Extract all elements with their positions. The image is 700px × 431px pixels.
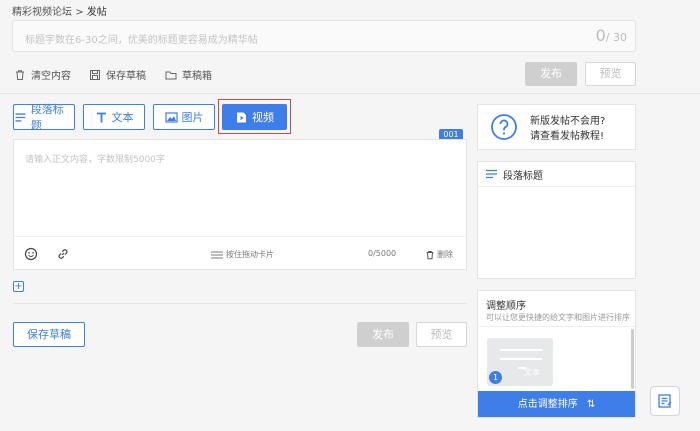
trash-icon bbox=[16, 69, 24, 80]
order-panel: 调整顺序 可以让您更快捷的给文字和图片进行排序 文本 1 点击调整排序 ⇅ bbox=[477, 290, 636, 418]
order-text-card[interactable]: 文本 1 bbox=[487, 338, 553, 386]
title-char-counter: 0/ 30 bbox=[596, 26, 627, 45]
help-card[interactable]: 新版发帖不会用? 请查看发帖教程! bbox=[477, 104, 636, 150]
editor-char-count: 0/5000 bbox=[368, 249, 397, 258]
title-count: 0 bbox=[595, 26, 606, 45]
emoji-icon[interactable] bbox=[24, 247, 38, 261]
content-editor-card: 请输入正文内容，字数限制5000字 按住拖动卡片 0/5000 删除 bbox=[13, 139, 467, 270]
sort-icon: ⇅ bbox=[586, 399, 596, 410]
preview-top-button[interactable]: 预览 bbox=[585, 62, 636, 86]
save-draft-top-label: 保存草稿 bbox=[106, 71, 146, 82]
tab-image[interactable]: 图片 bbox=[153, 104, 215, 130]
title-placeholder: 标题字数在6-30之间，优美的标题更容易成为精华帖 bbox=[25, 35, 258, 46]
tab-text[interactable]: 文本 bbox=[83, 104, 145, 130]
order-card-number: 1 bbox=[489, 371, 502, 384]
help-line-1: 新版发帖不会用? bbox=[530, 116, 606, 127]
save-draft-top-button[interactable]: 保存草稿 bbox=[89, 67, 146, 82]
publish-top-button[interactable]: 发布 bbox=[525, 62, 577, 86]
tab-paragraph-title[interactable]: 段落标题 bbox=[13, 103, 75, 132]
question-icon bbox=[491, 114, 517, 140]
content-editor-input[interactable]: 请输入正文内容，字数限制5000字 bbox=[25, 152, 165, 165]
paragraph-panel-title: 段落标题 bbox=[503, 170, 543, 182]
link-icon[interactable] bbox=[56, 247, 70, 261]
clear-content-button[interactable]: 清空内容 bbox=[14, 67, 71, 82]
paragraph-icon bbox=[15, 112, 26, 122]
floating-edit-button[interactable] bbox=[650, 386, 680, 416]
help-line-2: 请查看发帖教程! bbox=[530, 131, 605, 142]
adjust-order-label: 点击调整排序 bbox=[517, 399, 578, 410]
delete-card-label: 删除 bbox=[437, 250, 453, 259]
order-panel-scrollbar[interactable] bbox=[631, 329, 634, 389]
order-panel-title: 调整顺序 bbox=[486, 301, 526, 312]
content-divider bbox=[13, 303, 467, 304]
edit-note-icon bbox=[658, 394, 672, 408]
paragraph-panel-header: 段落标题 bbox=[478, 162, 635, 187]
order-panel-subtitle: 可以让您更快捷的给文字和图片进行排序 bbox=[486, 313, 630, 322]
publish-bottom-button[interactable]: 发布 bbox=[357, 322, 409, 347]
drag-handle[interactable]: 按住拖动卡片 bbox=[211, 249, 274, 260]
header-divider bbox=[0, 93, 700, 94]
preview-bottom-button[interactable]: 预览 bbox=[416, 322, 467, 347]
draft-box-label: 草稿箱 bbox=[182, 71, 212, 82]
drag-lines-icon bbox=[211, 251, 223, 258]
folder-icon bbox=[165, 71, 177, 79]
drag-hint-label: 按住拖动卡片 bbox=[226, 250, 274, 259]
title-input[interactable]: 标题字数在6-30之间，优美的标题更容易成为精华帖 0/ 30 bbox=[12, 20, 636, 52]
help-text: 新版发帖不会用? 请查看发帖教程! bbox=[530, 114, 605, 144]
order-card-label: 文本 bbox=[524, 368, 540, 377]
image-icon bbox=[164, 111, 178, 123]
title-max: / 30 bbox=[605, 31, 627, 44]
tab-image-label: 图片 bbox=[181, 111, 204, 124]
tab-video-highlight bbox=[218, 99, 291, 134]
breadcrumb-current: 发帖 bbox=[86, 7, 107, 18]
breadcrumb-parent[interactable]: 精彩视频论坛 bbox=[12, 7, 72, 18]
order-panel-divider bbox=[478, 326, 635, 327]
breadcrumb: 精彩视频论坛 > 发帖 bbox=[12, 3, 107, 18]
clear-content-label: 清空内容 bbox=[31, 71, 71, 82]
adjust-order-button[interactable]: 点击调整排序 ⇅ bbox=[478, 391, 635, 417]
text-icon bbox=[96, 112, 106, 122]
save-draft-bottom-button[interactable]: 保存草稿 bbox=[13, 322, 85, 347]
tab-text-label: 文本 bbox=[111, 111, 134, 124]
editor-footer: 按住拖动卡片 0/5000 删除 bbox=[14, 236, 466, 270]
paragraph-list-icon bbox=[486, 169, 497, 179]
save-icon bbox=[90, 69, 100, 80]
breadcrumb-separator: > bbox=[75, 7, 84, 18]
add-card-button[interactable]: + bbox=[13, 281, 24, 292]
paragraph-title-panel: 段落标题 bbox=[477, 161, 636, 279]
delete-icon bbox=[426, 250, 434, 259]
draft-box-button[interactable]: 草稿箱 bbox=[165, 67, 212, 82]
tab-paragraph-title-label: 段落标题 bbox=[30, 103, 64, 132]
delete-card-button[interactable]: 删除 bbox=[425, 249, 453, 260]
